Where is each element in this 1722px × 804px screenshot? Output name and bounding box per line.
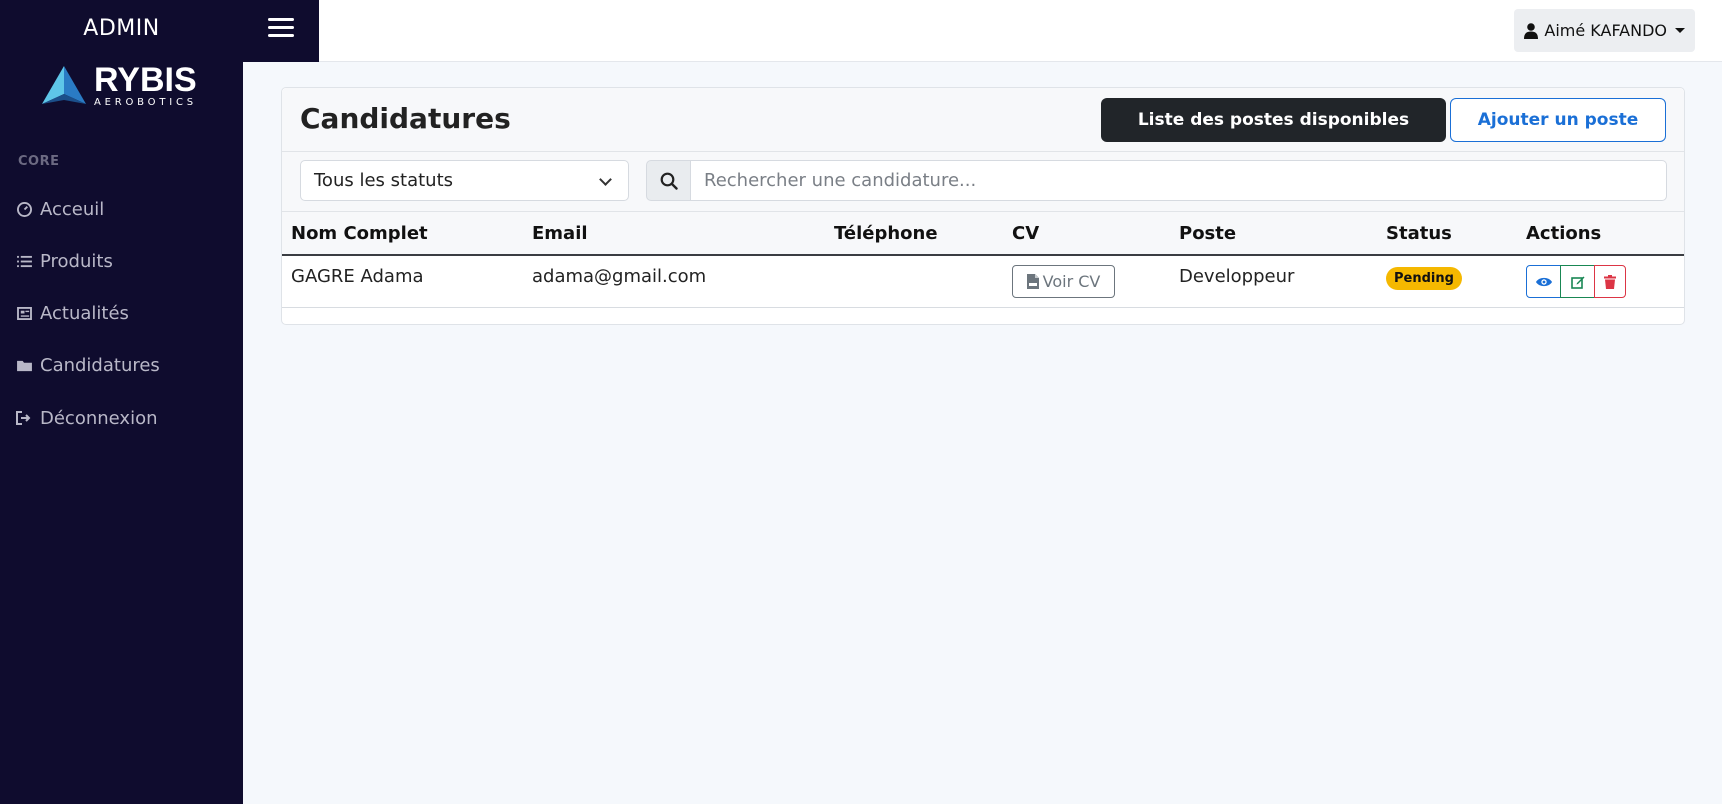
sidebar-item-label: Déconnexion xyxy=(40,407,158,429)
cell-poste: Developpeur xyxy=(1179,266,1295,287)
sidebar-item-acceuil[interactable]: Acceuil xyxy=(16,194,104,224)
delete-button[interactable] xyxy=(1594,265,1626,298)
logo: RYBIS AEROBOTICS xyxy=(40,62,197,108)
navbar-brand-area: ADMIN xyxy=(0,0,319,62)
card-header: Candidatures Liste des postes disponible… xyxy=(282,88,1684,152)
cell-email: adama@gmail.com xyxy=(532,266,707,287)
column-header-status[interactable]: Status xyxy=(1386,223,1452,244)
search-input[interactable] xyxy=(691,160,1667,201)
brand-title[interactable]: ADMIN xyxy=(0,16,243,41)
view-cv-label: Voir CV xyxy=(1042,272,1101,291)
column-header-email[interactable]: Email xyxy=(532,223,588,244)
column-header-nom[interactable]: Nom Complet xyxy=(291,223,428,244)
user-icon xyxy=(1524,22,1539,39)
file-pdf-icon xyxy=(1026,274,1039,289)
status-filter-value: Tous les statuts xyxy=(314,170,453,191)
user-name: Aimé KAFANDO xyxy=(1544,21,1667,40)
search-icon xyxy=(660,172,678,190)
hamburger-icon-bar xyxy=(268,34,294,37)
column-header-cv[interactable]: CV xyxy=(1012,223,1039,244)
column-header-telephone[interactable]: Téléphone xyxy=(834,223,938,244)
view-cv-button[interactable]: Voir CV xyxy=(1012,265,1115,298)
candidatures-card: Candidatures Liste des postes disponible… xyxy=(281,87,1685,325)
sidebar-item-label: Actualités xyxy=(40,302,129,324)
edit-button[interactable] xyxy=(1560,265,1595,298)
sidebar-item-deconnexion[interactable]: Déconnexion xyxy=(16,403,158,433)
add-position-button[interactable]: Ajouter un poste xyxy=(1450,98,1666,142)
sidebar-heading: CORE xyxy=(18,154,60,169)
cell-name: GAGRE Adama xyxy=(291,266,424,287)
user-dropdown-button[interactable]: Aimé KAFANDO xyxy=(1514,9,1695,52)
sidebar-item-actualites[interactable]: Actualités xyxy=(16,298,129,328)
sidebar-item-candidatures[interactable]: Candidatures xyxy=(16,350,160,380)
status-filter-select[interactable]: Tous les statuts xyxy=(300,160,629,201)
sidebar-item-produits[interactable]: Produits xyxy=(16,246,113,276)
list-positions-button[interactable]: Liste des postes disponibles xyxy=(1101,98,1446,142)
chevron-down-icon xyxy=(599,173,612,186)
edit-icon xyxy=(1570,276,1584,289)
page-title: Candidatures xyxy=(300,102,511,135)
trash-icon xyxy=(1604,274,1616,289)
eye-icon xyxy=(1535,277,1552,286)
top-navbar: ADMIN Aimé KAFANDO xyxy=(0,0,1722,62)
logo-subtext: AEROBOTICS xyxy=(94,96,197,108)
folder-icon xyxy=(16,357,32,373)
sidebar-toggle-button[interactable] xyxy=(268,18,294,40)
sidebar-item-label: Produits xyxy=(40,250,113,272)
newspaper-icon xyxy=(16,305,32,321)
list-icon xyxy=(16,253,32,269)
sidebar-item-label: Acceuil xyxy=(40,198,105,220)
row-actions xyxy=(1526,265,1626,298)
column-header-actions: Actions xyxy=(1526,223,1602,244)
table-row: GAGRE Adama adama@gmail.com Voir CV Deve… xyxy=(282,256,1684,308)
hamburger-icon-bar xyxy=(268,18,294,21)
view-button[interactable] xyxy=(1526,265,1561,298)
column-header-poste[interactable]: Poste xyxy=(1179,223,1236,244)
logout-icon xyxy=(16,410,32,426)
caret-down-icon xyxy=(1675,28,1685,33)
search-group xyxy=(646,160,1667,201)
table-header-row: Nom Complet Email Téléphone CV Poste Sta… xyxy=(282,212,1684,256)
logo-text: RYBIS xyxy=(94,60,197,99)
logo-mark-icon xyxy=(42,66,86,104)
dashboard-icon xyxy=(16,201,32,217)
search-addon xyxy=(646,160,691,201)
hamburger-icon-bar xyxy=(268,26,294,29)
filter-bar: Tous les statuts xyxy=(282,152,1684,212)
sidebar: RYBIS AEROBOTICS CORE Acceuil Produits A… xyxy=(0,62,243,804)
status-badge: Pending xyxy=(1386,267,1462,290)
sidebar-item-label: Candidatures xyxy=(40,354,160,376)
